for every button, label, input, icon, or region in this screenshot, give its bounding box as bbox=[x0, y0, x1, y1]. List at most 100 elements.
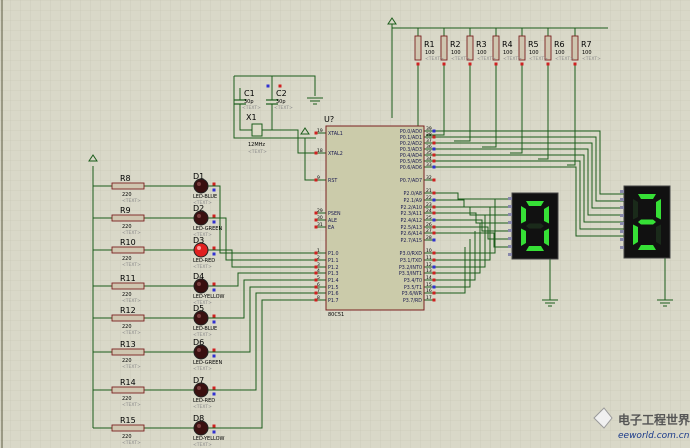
led-D6-type: LED-GREEN bbox=[193, 360, 222, 366]
mcu-right-pinlabel-27: P2.6/A14 bbox=[400, 231, 422, 237]
display-2-segment-e bbox=[633, 224, 638, 245]
resistor-R1-label: R1 bbox=[424, 40, 435, 49]
display-1-pin bbox=[508, 237, 512, 240]
mcu-left-pinnum-4: 4 bbox=[317, 268, 320, 274]
resistor-R10 bbox=[111, 246, 145, 254]
mcu-right-pinnum-28: 28 bbox=[426, 235, 432, 241]
led-D4-pin-a bbox=[212, 282, 216, 286]
mcu-right-pinnum-15: 15 bbox=[426, 282, 432, 288]
capacitor-C1-label: C1 bbox=[244, 89, 255, 98]
mcu-left-pinlabel-6: P1.5 bbox=[328, 285, 339, 291]
mcu-right-pinlabel-32: P0.7/AD7 bbox=[400, 178, 422, 184]
display-2-segment-c bbox=[656, 224, 661, 245]
resistor-R2-value: 100 bbox=[451, 50, 461, 56]
mcu-right-pinlabel-37: P0.2/AD2 bbox=[400, 141, 422, 147]
schematic-canvas: R1100<TEXT>R2100<TEXT>R3100<TEXT>R4100<T… bbox=[0, 0, 690, 448]
mcu-right-pinnum-16: 16 bbox=[426, 288, 432, 294]
resistor-R9-text: <TEXT> bbox=[122, 230, 141, 236]
display-1-segment-b bbox=[544, 206, 549, 224]
display-2-pin bbox=[620, 190, 624, 193]
led-D5-type: LED-BLUE bbox=[193, 326, 217, 332]
resistor-R7-text: <TEXT> bbox=[582, 56, 601, 62]
led-D5-pin-a bbox=[212, 314, 216, 318]
led-D6 bbox=[193, 344, 209, 360]
capacitor-C2-label: C2 bbox=[276, 89, 287, 98]
mcu-left-pinlabel-19: XTAL1 bbox=[328, 131, 343, 137]
mcu-right-pinnum-32: 32 bbox=[426, 175, 432, 181]
led-D7-text: <TEXT> bbox=[193, 404, 212, 410]
mcu-right-pindot-16 bbox=[432, 291, 436, 295]
mcu-right-pinlabel-14: P3.4/T0 bbox=[404, 278, 422, 284]
mcu-right-pinlabel-39: P0.0/AD0 bbox=[400, 129, 422, 135]
mcu-right-pindot-25 bbox=[432, 218, 436, 222]
led-D3 bbox=[193, 242, 209, 258]
led-D4-shine bbox=[197, 282, 201, 286]
display-2-segment-g bbox=[638, 219, 656, 225]
display-2-pin bbox=[620, 222, 624, 225]
mcu-left-pinlabel-31: EA bbox=[328, 225, 335, 231]
mcu-left-pinnum-29: 29 bbox=[317, 208, 323, 214]
mcu-right-pinlabel-25: P2.4/A12 bbox=[400, 218, 422, 224]
led-D2-label: D2 bbox=[193, 204, 204, 213]
mcu-left-pinlabel-9: RST bbox=[328, 178, 337, 184]
display-2-segment-a bbox=[638, 194, 656, 199]
resistor-R7-pin bbox=[573, 62, 577, 66]
resistor-R2-label: R2 bbox=[450, 40, 461, 49]
mcu-left-pinlabel-18: XTAL2 bbox=[328, 151, 343, 157]
resistor-R3-value: 100 bbox=[477, 50, 487, 56]
mcu-right-pindot-26 bbox=[432, 225, 436, 229]
mcu-left-pinnum-7: 7 bbox=[317, 288, 320, 294]
mcu-right-pindot-39 bbox=[432, 129, 436, 133]
mcu-left-pinnum-18: 18 bbox=[317, 148, 323, 154]
mcu-right-pinnum-39: 39 bbox=[426, 126, 432, 132]
display-1-segment-e bbox=[521, 228, 526, 246]
mcu-left-pinnum-31: 31 bbox=[317, 222, 323, 228]
mcu-right-pinlabel-36: P0.3/AD3 bbox=[400, 147, 422, 153]
mcu-right-pinnum-27: 27 bbox=[426, 228, 432, 234]
mcu-right-pinlabel-21: P2.0/A8 bbox=[404, 191, 422, 197]
display-1-segment-g bbox=[526, 223, 544, 229]
mcu-left-pinlabel-4: P1.3 bbox=[328, 271, 339, 277]
mcu-left-pinlabel-2: P1.1 bbox=[328, 258, 339, 264]
resistor-R9 bbox=[111, 214, 145, 222]
mcu-left-pinlabel-5: P1.4 bbox=[328, 278, 339, 284]
mcu-right-pinnum-38: 38 bbox=[426, 132, 432, 138]
mcu-right-pinnum-26: 26 bbox=[426, 222, 432, 228]
resistor-R11-text: <TEXT> bbox=[122, 298, 141, 304]
display-1-segment-a bbox=[526, 201, 544, 206]
display-1-segment-c bbox=[544, 228, 549, 246]
mcu-right-pinlabel-23: P2.2/A10 bbox=[400, 205, 422, 211]
watermark-url: eeworld.com.cn bbox=[618, 431, 690, 441]
mcu-left-pinnum-5: 5 bbox=[317, 275, 320, 281]
mcu-right-pinnum-35: 35 bbox=[426, 150, 432, 156]
led-D7-pin-b bbox=[212, 392, 216, 396]
mcu-right-pinlabel-16: P3.6/WR bbox=[402, 291, 423, 297]
display-1-pin bbox=[508, 213, 512, 216]
led-D6-shine bbox=[197, 348, 201, 352]
mcu-right-pinnum-11: 11 bbox=[426, 255, 432, 261]
mcu-right-pinnum-14: 14 bbox=[426, 275, 432, 281]
led-D4-type: LED-YELLOW bbox=[193, 294, 225, 300]
mcu-right-pinnum-10: 10 bbox=[426, 248, 432, 254]
resistor-R8-text: <TEXT> bbox=[122, 198, 141, 204]
display-2-pin bbox=[620, 230, 624, 233]
led-D1-shine bbox=[197, 182, 201, 186]
resistor-R8-label: R8 bbox=[120, 174, 131, 183]
resistor-R6-label: R6 bbox=[554, 40, 565, 49]
mcu-right-pinlabel-15: P3.5/T1 bbox=[404, 285, 422, 291]
resistor-R6-text: <TEXT> bbox=[555, 56, 574, 62]
display-2-pin bbox=[620, 238, 624, 241]
resistor-R5-value: 100 bbox=[529, 50, 539, 56]
mcu-left-pinlabel-29: PSEN bbox=[328, 211, 341, 217]
led-D2 bbox=[193, 210, 209, 226]
mcu-part: 80C51 bbox=[328, 312, 344, 318]
mcu-right-pinnum-22: 22 bbox=[426, 195, 432, 201]
resistor-R13-value: 220 bbox=[122, 358, 132, 364]
mcu-right-pindot-17 bbox=[432, 298, 436, 302]
led-D3-pin-b bbox=[212, 252, 216, 256]
watermark-chinese: 电子工程世界 bbox=[618, 412, 690, 427]
led-D4 bbox=[193, 278, 209, 294]
mcu-right-pinnum-13: 13 bbox=[426, 268, 432, 274]
led-D8 bbox=[193, 420, 209, 436]
resistor-R10-value: 220 bbox=[122, 256, 132, 262]
